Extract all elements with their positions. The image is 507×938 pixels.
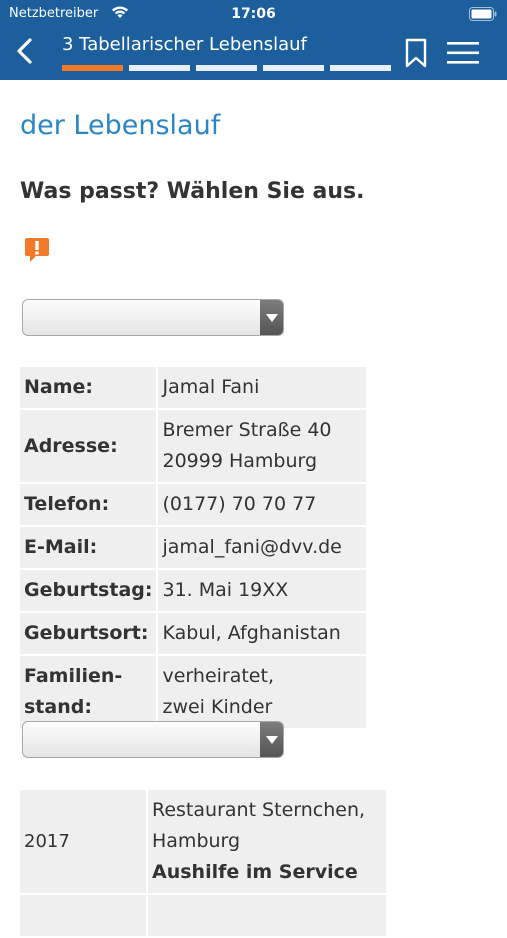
personal-data-table: Name: Jamal Fani Adresse: Bremer Straße … (18, 365, 368, 730)
experience-year (20, 895, 146, 936)
family-label-line: stand: (24, 696, 92, 718)
clock: 17:06 (231, 6, 276, 22)
progress-segment (196, 65, 257, 71)
birthplace-label: Geburtsort: (20, 613, 157, 654)
table-row: E-Mail: jamal_fani@dvv.de (20, 527, 367, 568)
progress-segment (330, 65, 391, 71)
dropdown-select[interactable] (22, 299, 284, 336)
bookmark-button[interactable] (404, 38, 428, 68)
progress-segment (263, 65, 324, 71)
table-row: Telefon: (0177) 70 70 77 (20, 484, 367, 525)
name-value: Jamal Fani (158, 367, 367, 408)
experience-table: 2017 Restaurant Sternchen, Hamburg Aushi… (18, 788, 388, 938)
section-title: der Lebenslauf (20, 110, 221, 141)
family-value-line: zwei Kinder (162, 696, 273, 718)
table-row: 2017 Restaurant Sternchen, Hamburg Aushi… (20, 790, 386, 893)
chevron-down-icon (260, 722, 283, 757)
birthday-value: 31. Mai 19XX (158, 570, 367, 611)
dropdown-select[interactable] (22, 721, 284, 758)
menu-button[interactable] (446, 40, 480, 66)
experience-year: 2017 (20, 790, 146, 893)
chevron-down-icon (260, 300, 283, 335)
top-bar: Netzbetreiber 17:06 3 Tabellarischer Leb… (0, 0, 507, 80)
birthplace-value: Kabul, Afghanistan (158, 613, 367, 654)
birthday-label: Geburtstag: (20, 570, 157, 611)
progress-segment (62, 65, 123, 71)
table-row: Adresse: Bremer Straße 40 20999 Hamburg (20, 410, 367, 482)
family-status-value: verheiratet, zwei Kinder (158, 656, 367, 728)
address-value: Bremer Straße 40 20999 Hamburg (158, 410, 367, 482)
page-title: 3 Tabellarischer Lebenslauf (62, 34, 307, 55)
name-label: Name: (20, 367, 157, 408)
phone-label: Telefon: (20, 484, 157, 525)
family-status-label: Familien- stand: (20, 656, 157, 728)
table-row: Name: Jamal Fani (20, 367, 367, 408)
address-line: 20999 Hamburg (162, 450, 318, 472)
family-label-line: Familien- (24, 665, 123, 687)
alert-icon (24, 237, 50, 263)
phone-value: (0177) 70 70 77 (158, 484, 367, 525)
email-value: jamal_fani@dvv.de (158, 527, 367, 568)
experience-details (148, 895, 386, 936)
experience-role: Aushilfe im Service (152, 861, 358, 883)
table-row: Geburtstag: 31. Mai 19XX (20, 570, 367, 611)
instruction: Was passt? Wählen Sie aus. (20, 179, 365, 204)
table-row (20, 895, 386, 936)
table-row: Geburtsort: Kabul, Afghanistan (20, 613, 367, 654)
table-row: Familien- stand: verheiratet, zwei Kinde… (20, 656, 367, 728)
battery-icon (469, 7, 497, 25)
email-label: E-Mail: (20, 527, 157, 568)
experience-place: Restaurant Sternchen, (152, 799, 366, 821)
status-bar: Netzbetreiber 17:06 (0, 0, 507, 28)
progress-segment (129, 65, 190, 71)
address-line: Bremer Straße 40 (162, 419, 332, 441)
family-value-line: verheiratet, (162, 665, 274, 687)
experience-details: Restaurant Sternchen, Hamburg Aushilfe i… (148, 790, 386, 893)
experience-place: Hamburg (152, 830, 241, 852)
back-button[interactable] (12, 36, 40, 66)
address-label: Adresse: (20, 410, 157, 482)
